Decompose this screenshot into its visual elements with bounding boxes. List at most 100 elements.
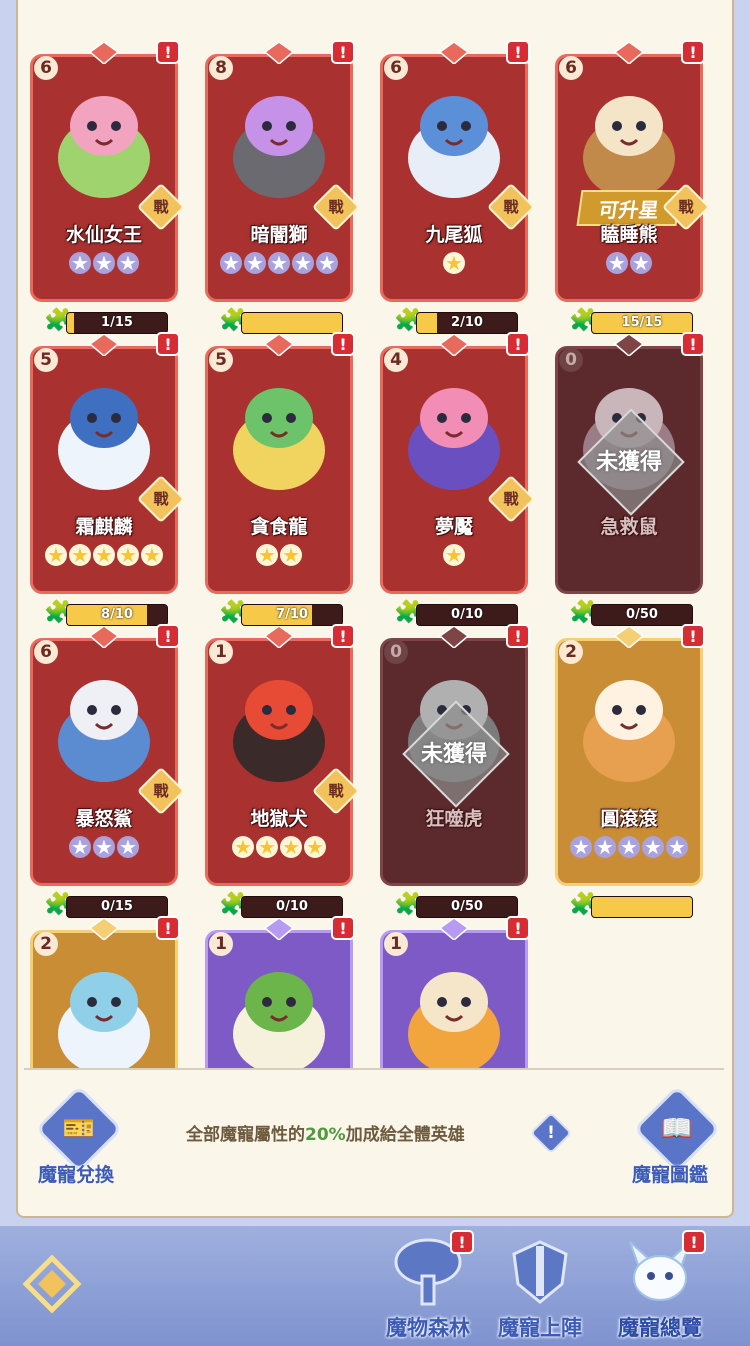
pet-level: 4: [384, 348, 408, 372]
pet-creature-icon: [58, 680, 150, 782]
pet-card[interactable]: 1!: [205, 916, 355, 1068]
pet-level: 6: [559, 56, 583, 80]
shard-progress-text: 0/50: [626, 607, 658, 622]
shard-progress-text: 15/15: [621, 315, 663, 330]
shard-progress-bar: 0/15: [66, 896, 168, 918]
pet-card[interactable]: 5! 貪食龍 ★ ★ 🧩 7/10: [205, 332, 355, 626]
shard-progress-bar: 2/10: [416, 312, 518, 334]
alert-badge: !: [331, 332, 355, 356]
pet-portrait: [386, 70, 522, 210]
exchange-label[interactable]: 魔寵兌換: [38, 1160, 114, 1187]
battle-badge-label: 戰: [153, 198, 169, 216]
shard-progress-bar: 7/10: [241, 604, 343, 626]
alert-badge: !: [506, 332, 530, 356]
alert-badge: !: [331, 40, 355, 64]
alert-badge: !: [156, 40, 180, 64]
pet-name: 瞌睡熊: [600, 224, 658, 246]
star-icon: ★: [117, 252, 139, 274]
shard-progress-text: 0/50: [451, 899, 483, 914]
shard-progress-bar: 0/50: [591, 604, 693, 626]
pet-portrait: [561, 70, 697, 210]
bonus-text: 全部魔寵屬性的20%加成給全體英雄: [186, 1120, 465, 1145]
star-icon: ★: [244, 252, 266, 274]
shard-progress-bar: 0/50: [416, 896, 518, 918]
pet-card[interactable]: 6! 戰九尾狐 ★ 🧩 2/10: [380, 40, 536, 334]
shard-progress-text: 0/10: [451, 607, 483, 622]
pet-grid: 6! 戰水仙女王 ★ ★ ★ 🧩 1/15 8! 戰暗闇獅 ★ ★ ★ ★ ★ 🧩 6! 戰九尾狐 ★ 🧩 2/10 可…: [18, 0, 732, 1068]
shard-progress-text: 8/10: [101, 607, 133, 622]
pet-portrait: [36, 654, 172, 794]
shard-progress-fill: [592, 897, 692, 917]
star-icon: ★: [93, 836, 115, 858]
pet-card[interactable]: 未獲得 0! 狂噬虎 🧩 0/50: [380, 624, 530, 918]
crest-icon: [438, 334, 470, 356]
pet-level: 0: [559, 348, 583, 372]
pet-level: 6: [34, 640, 58, 664]
shard-progress-bar: 0/10: [416, 604, 518, 626]
battle-badge-label: 戰: [503, 198, 519, 216]
overview-tab[interactable]: ! 魔寵總覽: [604, 1226, 716, 1346]
pet-name: 圓滾滾: [600, 808, 658, 830]
pet-card[interactable]: 6! 戰水仙女王 ★ ★ ★ 🧩 1/15: [30, 40, 186, 334]
overview-label: 魔寵總覽: [618, 1316, 702, 1340]
deploy-tab[interactable]: 魔寵上陣: [484, 1226, 596, 1346]
pet-level: 5: [209, 348, 233, 372]
forest-alert-badge: !: [450, 1230, 474, 1254]
pet-card[interactable]: 2! 圓滾滾 ★ ★ ★ ★ ★ 🧩: [555, 624, 705, 918]
crest-icon: [438, 918, 470, 940]
info-row: 🎫 魔寵兌換 全部魔寵屬性的20%加成給全體英雄 ! 📖 魔寵圖鑑: [18, 1082, 732, 1192]
pet-level: 1: [209, 932, 233, 956]
star-icon: ★: [443, 544, 465, 566]
pet-card[interactable]: 6! 戰暴怒鯊 ★ ★ ★ 🧩 0/15: [30, 624, 186, 918]
shard-progress-bar: 0/10: [241, 896, 343, 918]
pet-portrait: [211, 654, 347, 794]
deploy-label: 魔寵上陣: [498, 1316, 582, 1340]
sword-shield-icon: [512, 1240, 568, 1304]
alert-badge: !: [156, 624, 180, 648]
battle-badge-label: 戰: [328, 198, 344, 216]
shard-progress-fill: [242, 313, 342, 333]
crest-icon: [263, 626, 295, 648]
pet-name: 貪食龍: [250, 516, 308, 538]
star-icon: ★: [316, 252, 338, 274]
pet-name: 霜麒麟: [75, 516, 133, 538]
star-icon: ★: [280, 544, 302, 566]
pet-card[interactable]: 1! 戰地獄犬 ★ ★ ★ ★ 🧩 0/10: [205, 624, 361, 918]
forest-tab[interactable]: ! 魔物森林: [372, 1226, 484, 1346]
star-rating: ★ ★ ★ ★ ★: [555, 836, 703, 858]
shard-progress-bar: [591, 896, 693, 918]
catalog-label[interactable]: 魔寵圖鑑: [632, 1160, 708, 1187]
pet-portrait: [211, 362, 347, 502]
star-rating: ★: [380, 252, 528, 274]
pet-card[interactable]: 未獲得 0! 急救鼠 🧩 0/50: [555, 332, 705, 626]
pet-portrait: [386, 362, 522, 502]
star-rating: ★ ★: [205, 544, 353, 566]
star-icon: ★: [594, 836, 616, 858]
battle-badge-label: 戰: [678, 198, 694, 216]
pet-creature-icon: [408, 388, 500, 490]
star-rating: ★ ★ ★ ★ ★: [30, 544, 178, 566]
pet-name: 九尾狐: [425, 224, 483, 246]
alert-badge: !: [156, 332, 180, 356]
pet-card[interactable]: 可升星 6! 戰瞌睡熊 ★ ★ 🧩 15/15: [555, 40, 711, 334]
star-icon: ★: [69, 836, 91, 858]
divider: [24, 1068, 724, 1070]
pet-card[interactable]: 8! 戰暗闇獅 ★ ★ ★ ★ ★ 🧩: [205, 40, 361, 334]
shard-progress-text: 2/10: [451, 315, 483, 330]
back-arrow-icon[interactable]: [22, 1254, 82, 1314]
pet-card[interactable]: 2!: [30, 916, 180, 1068]
star-icon: ★: [45, 544, 67, 566]
pet-creature-icon: [583, 96, 675, 198]
star-icon: ★: [93, 252, 115, 274]
star-icon: ★: [570, 836, 592, 858]
info-icon[interactable]: !: [529, 1111, 573, 1155]
pet-card[interactable]: 1!: [380, 916, 530, 1068]
pet-card[interactable]: 4! 戰夢魘 ★ 🧩 0/10: [380, 332, 536, 626]
ticket-icon: 🎫: [62, 1114, 96, 1144]
pet-card[interactable]: 5! 戰霜麒麟 ★ ★ ★ ★ ★ 🧩 8/10: [30, 332, 186, 626]
pet-creature-icon: [233, 96, 325, 198]
pet-portrait: [386, 946, 522, 1068]
star-icon: ★: [292, 252, 314, 274]
pet-name: 急救鼠: [600, 516, 658, 538]
star-rating: ★ ★ ★ ★ ★: [205, 252, 353, 274]
